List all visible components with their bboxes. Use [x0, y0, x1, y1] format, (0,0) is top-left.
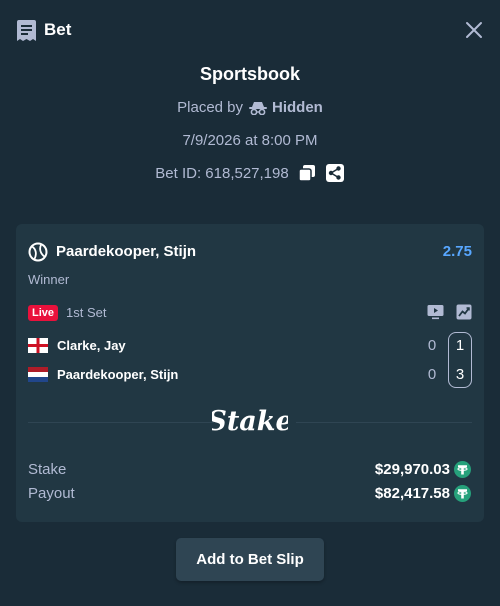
team-row: Paardekooper, Stijn	[28, 366, 428, 384]
payout-label: Payout	[28, 485, 75, 502]
hidden-user-label: Hidden	[272, 99, 323, 116]
selection-row: Paardekooper, Stijn 2.75	[28, 242, 472, 262]
add-to-bet-slip-button[interactable]: Add to Bet Slip	[176, 538, 324, 581]
modal-title: Bet	[44, 20, 72, 39]
betslip-icon	[17, 20, 36, 41]
hidden-user[interactable]: Hidden	[249, 99, 323, 116]
bet-datetime: 7/9/2026 at 8:00 PM	[182, 132, 318, 149]
team-name: Clarke, Jay	[57, 338, 126, 353]
payout-amount: $82,417.58	[374, 485, 450, 502]
tether-icon	[454, 485, 471, 502]
bet-id-row: Bet ID: 618,527,198	[0, 163, 500, 183]
current-game-score: 3	[455, 366, 465, 383]
modal-header: Bet	[0, 0, 500, 60]
live-badge: Live	[28, 305, 59, 321]
live-status-row: Live 1st Set	[28, 304, 472, 322]
placed-by-row: Placed by Hidden	[0, 99, 500, 116]
incognito-icon	[249, 101, 268, 115]
divider	[296, 422, 472, 423]
england-flag-icon	[28, 338, 48, 353]
sets-score: 0	[427, 337, 437, 354]
tether-icon	[454, 461, 471, 478]
current-game-score: 1	[455, 337, 465, 354]
divider	[28, 422, 214, 423]
placed-by-label: Placed by	[177, 99, 244, 116]
stake-logo-text: Stake	[212, 406, 288, 437]
match-period: 1st Set	[66, 305, 107, 320]
team-row: Clarke, Jay	[28, 337, 428, 355]
market-name: Winner	[28, 272, 70, 287]
tennis-icon	[28, 242, 48, 262]
team-name: Paardekooper, Stijn	[57, 367, 179, 382]
live-stream-icon[interactable]	[427, 304, 444, 320]
bet-id: Bet ID: 618,527,198	[155, 164, 289, 182]
share-icon[interactable]	[325, 163, 345, 183]
stake-logo: Stake	[212, 406, 288, 437]
odds-value: 2.75	[442, 243, 472, 260]
stake-label: Stake	[28, 461, 67, 478]
close-icon[interactable]	[464, 20, 484, 40]
sets-score: 0	[427, 366, 437, 383]
selection-name: Paardekooper, Stijn	[56, 243, 197, 260]
copy-icon[interactable]	[297, 163, 317, 183]
bet-card: Paardekooper, Stijn 2.75 Winner Live 1st…	[16, 224, 484, 522]
stake-amount: $29,970.03	[374, 461, 450, 478]
stats-chart-icon[interactable]	[456, 304, 472, 320]
sportsbook-title: Sportsbook	[199, 64, 300, 84]
netherlands-flag-icon	[28, 367, 48, 382]
